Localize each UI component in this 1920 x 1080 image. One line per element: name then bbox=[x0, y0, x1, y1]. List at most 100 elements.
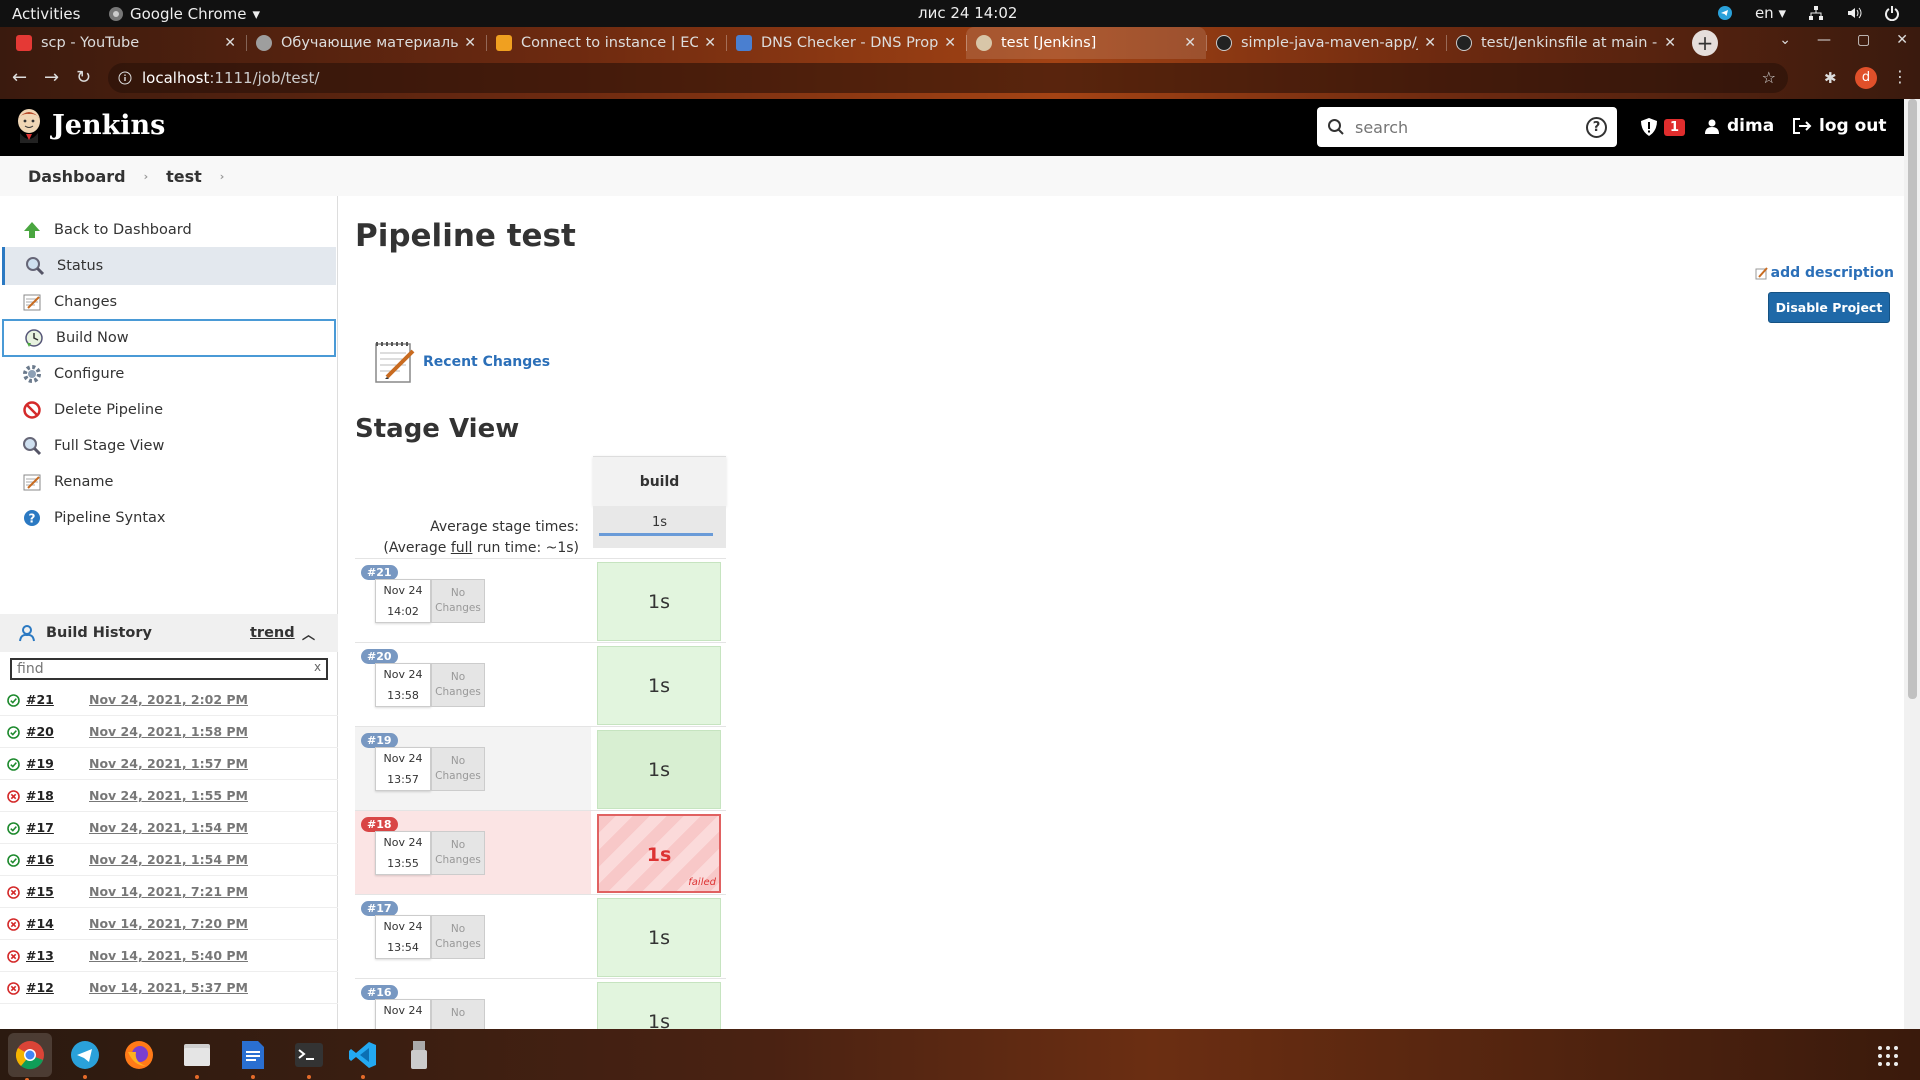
reload-icon[interactable]: ↻ bbox=[76, 67, 91, 88]
run-number-badge[interactable]: #16 bbox=[361, 985, 398, 1000]
browser-tab[interactable]: DNS Checker - DNS Propa ✕ bbox=[726, 27, 966, 59]
add-description-link[interactable]: add description bbox=[1755, 265, 1894, 281]
dock-telegram[interactable] bbox=[66, 1036, 104, 1079]
build-date-link[interactable]: Nov 24, 2021, 2:02 PM bbox=[89, 692, 248, 707]
dock-vscode[interactable] bbox=[344, 1036, 382, 1079]
run-number-badge[interactable]: #21 bbox=[361, 565, 398, 580]
close-icon[interactable]: ✕ bbox=[1424, 35, 1436, 51]
language-indicator[interactable]: en ▾ bbox=[1755, 4, 1786, 22]
run-number-badge[interactable]: #19 bbox=[361, 733, 398, 748]
sidebar-item-build-now[interactable]: Build Now bbox=[2, 319, 336, 357]
browser-tab-active[interactable]: test [Jenkins] ✕ bbox=[966, 27, 1206, 59]
page-scrollbar[interactable] bbox=[1904, 99, 1920, 1029]
help-icon[interactable]: ? bbox=[1586, 117, 1607, 138]
bookmark-star-icon[interactable]: ☆ bbox=[1762, 68, 1776, 87]
dock-text-editor[interactable] bbox=[234, 1036, 272, 1079]
clear-filter-icon[interactable]: x bbox=[314, 660, 321, 674]
stage-header-build[interactable]: build bbox=[593, 456, 726, 506]
activities-button[interactable]: Activities bbox=[12, 5, 80, 23]
power-icon[interactable] bbox=[1884, 5, 1900, 21]
no-changes-box[interactable]: No Changes bbox=[431, 663, 485, 707]
dock-firefox[interactable] bbox=[120, 1036, 158, 1074]
browser-tab[interactable]: scp - YouTube ✕ bbox=[6, 27, 246, 59]
forward-arrow-icon[interactable]: → bbox=[44, 67, 59, 88]
build-date-link[interactable]: Nov 24, 2021, 1:55 PM bbox=[89, 788, 248, 803]
no-changes-box[interactable]: No Changes bbox=[431, 915, 485, 959]
dock-chrome[interactable] bbox=[8, 1033, 52, 1080]
new-tab-button[interactable]: + bbox=[1692, 30, 1718, 56]
security-alert[interactable]: 1 bbox=[1640, 117, 1686, 137]
stage-cell-build[interactable]: 1s bbox=[597, 646, 721, 725]
close-icon[interactable]: ✕ bbox=[224, 35, 236, 51]
no-changes-box[interactable]: No Changes bbox=[431, 579, 485, 623]
app-menu[interactable]: Google Chrome ▾ bbox=[108, 5, 260, 23]
no-changes-box[interactable]: No bbox=[431, 999, 485, 1029]
build-number-link[interactable]: #13 bbox=[26, 948, 54, 963]
run-number-badge[interactable]: #20 bbox=[361, 649, 398, 664]
chevron-right-icon[interactable]: › bbox=[220, 170, 225, 183]
chevron-up-icon[interactable]: ︿ bbox=[302, 624, 315, 643]
close-icon[interactable]: ✕ bbox=[1184, 35, 1196, 51]
build-history-row[interactable]: #18 Nov 24, 2021, 1:55 PM bbox=[0, 780, 338, 812]
build-date-link[interactable]: Nov 24, 2021, 1:54 PM bbox=[89, 820, 248, 835]
maximize-icon[interactable]: ▢ bbox=[1857, 32, 1870, 48]
sidebar-item-status[interactable]: Status bbox=[2, 247, 336, 285]
build-number-link[interactable]: #18 bbox=[26, 788, 54, 803]
build-number-link[interactable]: #21 bbox=[26, 692, 54, 707]
breadcrumb-test[interactable]: test bbox=[166, 167, 202, 186]
build-history-row[interactable]: #17 Nov 24, 2021, 1:54 PM bbox=[0, 812, 338, 844]
stage-cell-build[interactable]: 1s failed bbox=[597, 814, 721, 893]
full-run-link[interactable]: full bbox=[451, 540, 473, 556]
disable-project-button[interactable]: Disable Project bbox=[1768, 292, 1890, 323]
browser-tab[interactable]: Обучающие материалы ✕ bbox=[246, 27, 486, 59]
dock-usb-drive[interactable] bbox=[400, 1036, 438, 1074]
browser-menu-icon[interactable]: ⋮ bbox=[1892, 67, 1908, 86]
sidebar-item-back-to-dashboard[interactable]: Back to Dashboard bbox=[2, 211, 336, 249]
jenkins-logo[interactable]: Jenkins bbox=[14, 107, 165, 143]
trend-link[interactable]: trend bbox=[250, 625, 295, 641]
build-history-row[interactable]: #16 Nov 24, 2021, 1:54 PM bbox=[0, 844, 338, 876]
build-date-link[interactable]: Nov 24, 2021, 1:58 PM bbox=[89, 724, 248, 739]
build-date-link[interactable]: Nov 14, 2021, 7:20 PM bbox=[89, 916, 248, 931]
build-history-row[interactable]: #12 Nov 14, 2021, 5:37 PM bbox=[0, 972, 338, 1004]
sidebar-item-delete-pipeline[interactable]: Delete Pipeline bbox=[2, 391, 336, 429]
build-history-row[interactable]: #15 Nov 14, 2021, 7:21 PM bbox=[0, 876, 338, 908]
close-window-icon[interactable]: ✕ bbox=[1896, 32, 1908, 48]
run-number-badge[interactable]: #18 bbox=[361, 817, 398, 832]
build-number-link[interactable]: #15 bbox=[26, 884, 54, 899]
user-link[interactable]: dima bbox=[1704, 116, 1774, 136]
volume-icon[interactable] bbox=[1846, 5, 1862, 21]
stage-cell-build[interactable]: 1s bbox=[597, 982, 721, 1029]
build-history-row[interactable]: #14 Nov 14, 2021, 7:20 PM bbox=[0, 908, 338, 940]
sidebar-item-rename[interactable]: Rename bbox=[2, 463, 336, 501]
scrollbar-thumb[interactable] bbox=[1908, 99, 1917, 699]
dock-terminal[interactable] bbox=[290, 1036, 328, 1079]
build-date-link[interactable]: Nov 24, 2021, 1:54 PM bbox=[89, 852, 248, 867]
build-filter-input[interactable] bbox=[10, 658, 328, 680]
build-date-link[interactable]: Nov 14, 2021, 7:21 PM bbox=[89, 884, 248, 899]
clock[interactable]: лис 24 14:02 bbox=[918, 4, 1017, 22]
build-number-link[interactable]: #19 bbox=[26, 756, 54, 771]
browser-tab[interactable]: Connect to instance | EC2 ✕ bbox=[486, 27, 726, 59]
profile-avatar[interactable]: d bbox=[1855, 67, 1877, 89]
network-icon[interactable] bbox=[1808, 5, 1824, 21]
build-date-link[interactable]: Nov 14, 2021, 5:37 PM bbox=[89, 980, 248, 995]
search-input[interactable] bbox=[1355, 117, 1565, 137]
tab-search-icon[interactable]: ⌄ bbox=[1779, 32, 1791, 48]
telegram-tray-icon[interactable] bbox=[1717, 5, 1733, 21]
build-date-link[interactable]: Nov 14, 2021, 5:40 PM bbox=[89, 948, 248, 963]
dock-files[interactable] bbox=[178, 1036, 216, 1079]
browser-tab[interactable]: test/Jenkinsfile at main - ✕ bbox=[1446, 27, 1686, 59]
recent-changes-link[interactable]: Recent Changes bbox=[373, 339, 550, 385]
address-bar[interactable]: localhost:1111/job/test/ ☆ bbox=[108, 63, 1788, 93]
stage-cell-build[interactable]: 1s bbox=[597, 730, 721, 809]
build-number-link[interactable]: #12 bbox=[26, 980, 54, 995]
no-changes-box[interactable]: No Changes bbox=[431, 831, 485, 875]
extensions-icon[interactable]: ✱ bbox=[1824, 69, 1837, 87]
build-number-link[interactable]: #20 bbox=[26, 724, 54, 739]
logout-link[interactable]: log out bbox=[1792, 116, 1887, 136]
stage-cell-build[interactable]: 1s bbox=[597, 562, 721, 641]
browser-tab[interactable]: simple-java-maven-app/Je ✕ bbox=[1206, 27, 1446, 59]
close-icon[interactable]: ✕ bbox=[464, 35, 476, 51]
close-icon[interactable]: ✕ bbox=[944, 35, 956, 51]
